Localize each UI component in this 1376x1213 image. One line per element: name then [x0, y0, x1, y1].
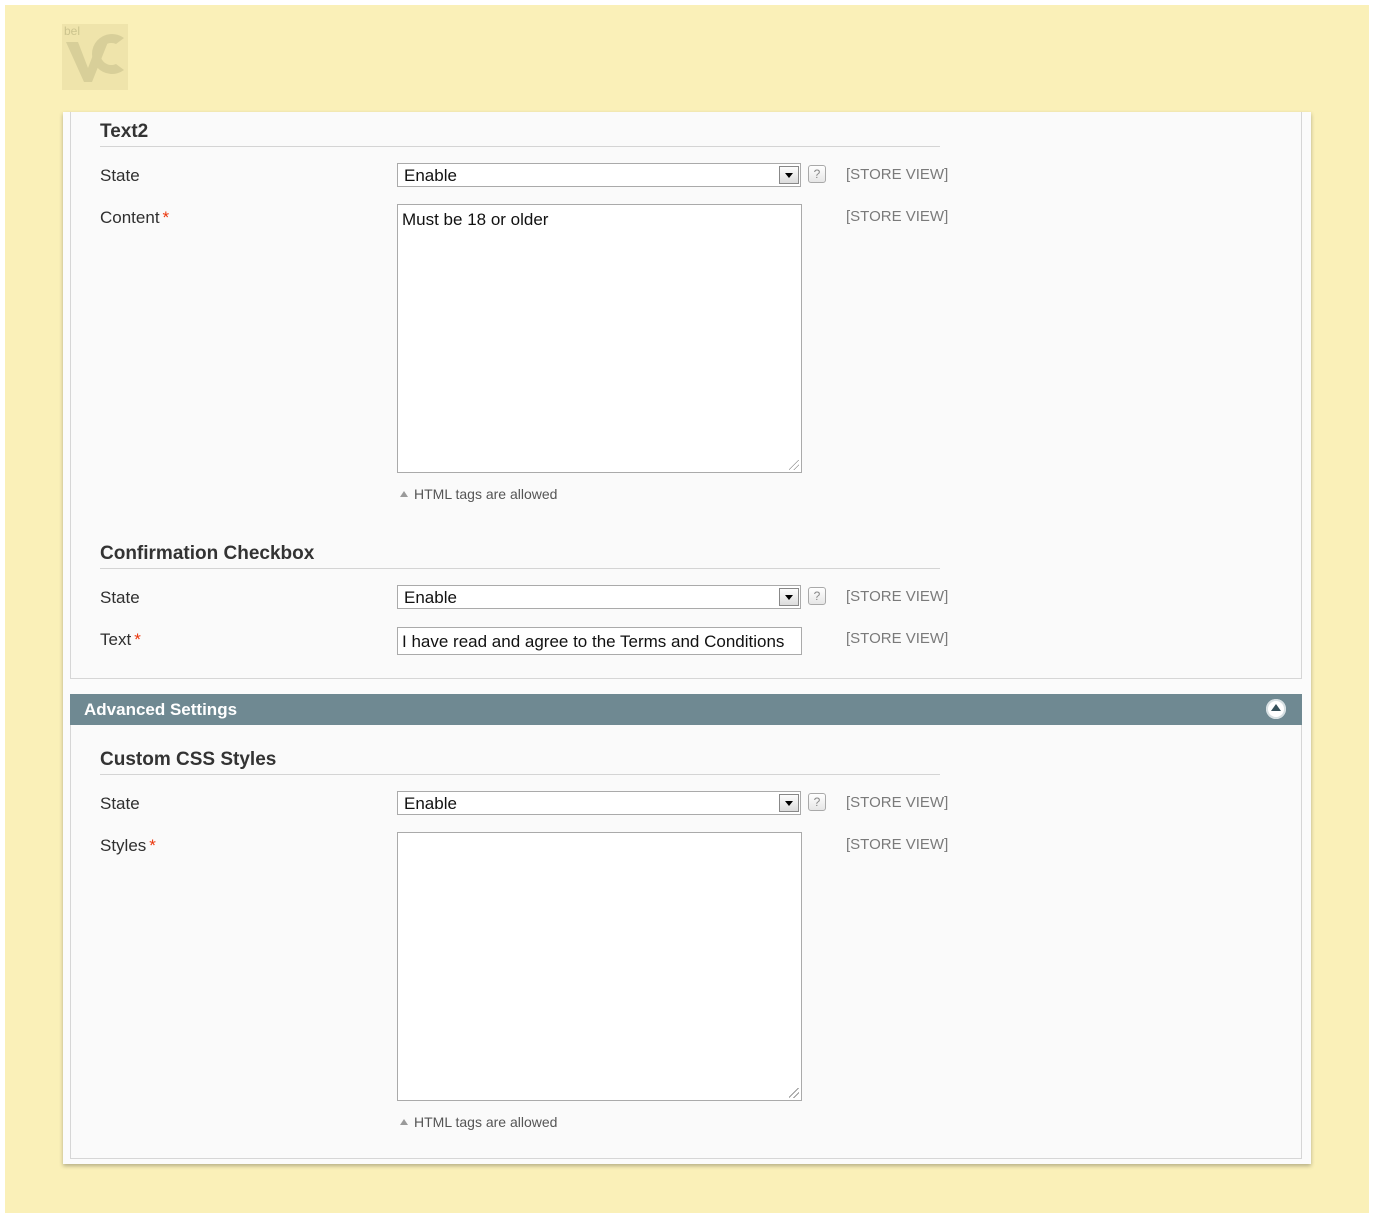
company-logo: bel: [62, 24, 128, 90]
note-text: HTML tags are allowed: [414, 486, 558, 502]
label-text: Styles: [100, 836, 147, 855]
required-mark: *: [134, 630, 141, 649]
text2-state-select[interactable]: Enable: [397, 163, 801, 187]
confirmation-text-label: Text *: [100, 630, 141, 650]
custom-css-state-scope: [STORE VIEW]: [846, 794, 949, 811]
note-text: HTML tags are allowed: [414, 1114, 558, 1130]
custom-css-legend: Custom CSS Styles: [100, 749, 940, 775]
select-value: Enable: [404, 588, 457, 607]
help-icon[interactable]: ?: [808, 793, 826, 811]
advanced-settings-header[interactable]: Advanced Settings: [70, 694, 1302, 725]
text2-content-note: HTML tags are allowed: [400, 486, 557, 502]
text2-content-label: Content *: [100, 208, 169, 228]
note-arrow-icon: [400, 1119, 408, 1125]
textarea-value: Must be 18 or older: [402, 210, 549, 229]
confirmation-state-select[interactable]: Enable: [397, 585, 801, 609]
resize-handle-icon[interactable]: [789, 1088, 799, 1098]
confirmation-state-label: State: [100, 588, 140, 607]
logo-text: bel: [64, 24, 80, 38]
select-value: Enable: [404, 166, 457, 185]
custom-css-styles-scope: [STORE VIEW]: [846, 836, 949, 853]
label-text: Text: [100, 630, 132, 649]
dropdown-arrow-icon[interactable]: [779, 794, 799, 812]
text2-content-textarea[interactable]: Must be 18 or older: [397, 204, 802, 473]
collapse-up-icon[interactable]: [1266, 699, 1286, 719]
custom-css-state-select[interactable]: Enable: [397, 791, 801, 815]
advanced-settings-title: Advanced Settings: [84, 700, 238, 719]
text2-state-scope: [STORE VIEW]: [846, 166, 949, 183]
custom-css-state-label: State: [100, 794, 140, 813]
confirmation-state-scope: [STORE VIEW]: [846, 588, 949, 605]
required-mark: *: [149, 836, 156, 855]
required-mark: *: [162, 208, 170, 227]
help-icon[interactable]: ?: [808, 165, 826, 183]
select-value: Enable: [404, 794, 457, 813]
label-text: Content: [100, 208, 160, 227]
note-arrow-icon: [400, 491, 408, 497]
dropdown-arrow-icon[interactable]: [779, 588, 799, 606]
confirmation-legend: Confirmation Checkbox: [100, 543, 940, 569]
text2-legend: Text2: [100, 121, 940, 147]
custom-css-styles-label: Styles *: [100, 836, 156, 856]
text2-state-label: State: [100, 166, 140, 185]
resize-handle-icon[interactable]: [789, 460, 799, 470]
custom-css-styles-note: HTML tags are allowed: [400, 1114, 557, 1130]
confirmation-text-scope: [STORE VIEW]: [846, 630, 949, 647]
text2-content-scope: [STORE VIEW]: [846, 208, 949, 225]
confirmation-text-input[interactable]: I have read and agree to the Terms and C…: [397, 627, 802, 655]
custom-css-styles-textarea[interactable]: [397, 832, 802, 1101]
help-icon[interactable]: ?: [808, 587, 826, 605]
dropdown-arrow-icon[interactable]: [779, 166, 799, 184]
